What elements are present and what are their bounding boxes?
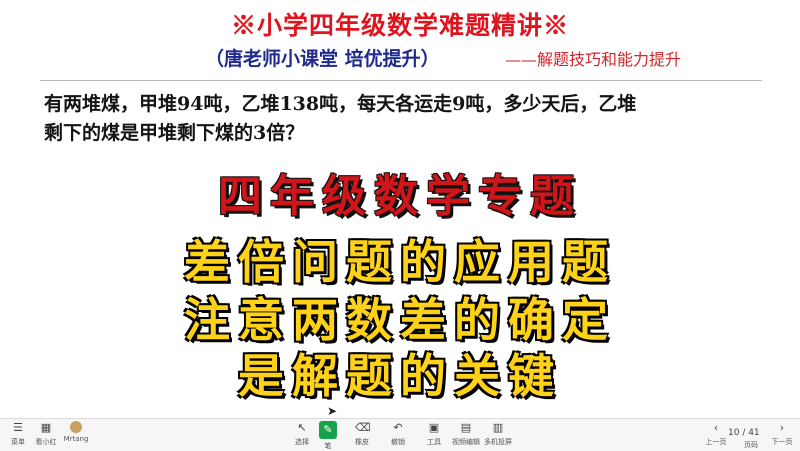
chevron-left-icon: ‹ (713, 421, 719, 434)
eraser-tool-label: 橡皮 (355, 438, 369, 446)
screencast-button[interactable]: ▥ 多机投屏 (484, 421, 512, 447)
prev-page-label: 上一页 (705, 438, 727, 446)
tools-icon: ▣ (428, 421, 440, 434)
next-page-label: 下一页 (771, 438, 793, 446)
user-button[interactable]: Mrtang (62, 421, 90, 443)
select-tool-button[interactable]: ↖ 选择 (288, 421, 316, 447)
tools-button[interactable]: ▣ 工具 (420, 421, 448, 447)
user-label: Mrtang (63, 435, 89, 443)
menu-button[interactable]: ☰ 菜单 (4, 421, 32, 447)
pen-icon: ✎ (319, 421, 337, 439)
screencast-icon: ▥ (492, 421, 504, 434)
menu-icon: ☰ (13, 421, 23, 434)
chevron-right-icon: › (779, 421, 785, 434)
undo-button[interactable]: ↶ 撤销 (384, 421, 412, 447)
prev-page-button[interactable]: ‹ 上一页 (702, 421, 730, 447)
app-icon: ▦ (40, 421, 52, 434)
question-line-2: 剩下的煤是甲堆剩下煤的3倍？ (44, 122, 305, 144)
next-page-button[interactable]: › 下一页 (768, 421, 796, 447)
select-tool-label: 选择 (295, 438, 309, 446)
video-edit-button[interactable]: ▤ 视频编辑 (452, 421, 480, 447)
mouse-cursor-icon: ➤ (327, 404, 338, 418)
pages-label: 页码 (744, 441, 758, 449)
slide-tagline: ——解题技巧和能力提升 (505, 50, 682, 69)
app-button[interactable]: ▦ 看小红 (32, 421, 60, 447)
eraser-icon: ⌫ (355, 421, 371, 434)
pointer-icon: ↖ (297, 421, 307, 434)
key-point-3: 是解题的关键 (238, 349, 562, 403)
undo-icon: ↶ (393, 421, 403, 434)
screencast-label: 多机投屏 (484, 438, 512, 446)
question-line-1: 有两堆煤，甲堆94吨，乙堆138吨，每天各运走9吨，多少天后，乙堆 (44, 93, 637, 115)
slide-canvas: ※小学四年级数学难题精讲※ （唐老师小课堂 培优提升） ——解题技巧和能力提升 … (0, 0, 800, 418)
slide-subtitle: （唐老师小课堂 培优提升） (205, 48, 440, 70)
video-icon: ▤ (460, 421, 472, 434)
question-text: 有两堆煤，甲堆94吨，乙堆138吨，每天各运走9吨，多少天后，乙堆 剩下的煤是甲… (44, 90, 764, 148)
app-label: 看小红 (35, 438, 57, 446)
video-edit-label: 视频编辑 (452, 438, 480, 446)
avatar (70, 421, 82, 433)
pages-label-wrap: 页码 (734, 440, 768, 450)
page-indicator[interactable]: 10 / 41 (728, 428, 760, 438)
key-point-1: 差倍问题的应用题 (184, 235, 616, 289)
tools-label: 工具 (427, 438, 441, 446)
banner-topic: 四年级数学专题 (218, 171, 582, 222)
slide-title: ※小学四年级数学难题精讲※ (230, 11, 569, 40)
undo-label: 撤销 (391, 438, 405, 446)
bottom-toolbar: ☰ 菜单 ▦ 看小红 Mrtang ↖ 选择 ✎ 笔 ⌫ 橡皮 ↶ 撤销 ▣ 工… (0, 418, 800, 451)
menu-label: 菜单 (11, 438, 25, 446)
eraser-tool-button[interactable]: ⌫ 橡皮 (348, 421, 376, 447)
pen-tool-button[interactable]: ✎ 笔 (314, 421, 342, 451)
divider (40, 80, 762, 81)
